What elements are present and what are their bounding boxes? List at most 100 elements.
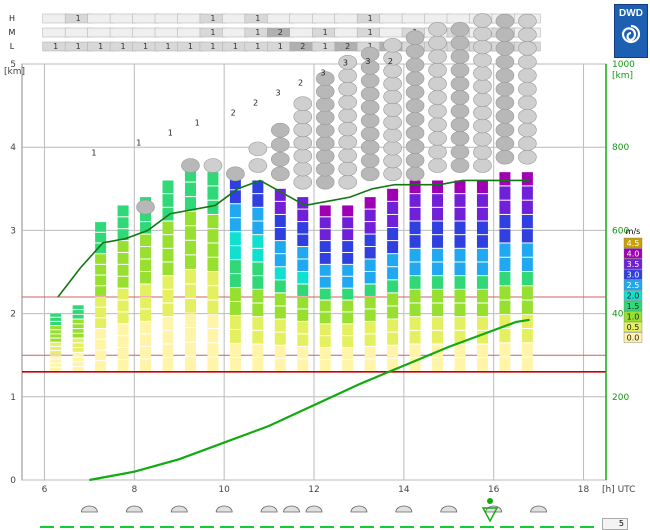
cloud-icon-2 [170,505,188,513]
bar-segment-7-8 [207,243,219,257]
cloud-cover-value-L-6: 1 [188,42,193,51]
page-number-box[interactable]: 5 [602,518,628,530]
bar-segment-18-10 [454,221,466,235]
x-tick-label-4: 14 [398,485,410,495]
cloud-cover-cell-H-10 [267,13,294,24]
cloud-puff-14-6 [360,86,380,102]
bar-segment-10-11 [274,214,286,228]
cloud-puff-15-7 [383,76,402,92]
cloud-puff-15-10 [383,37,402,53]
dwd-logo: DWD [614,4,648,58]
cloud-puff-11-4 [293,122,313,138]
cloud-puff-17-4 [428,103,447,119]
bar-segment-20-0 [499,357,511,371]
cloud-puff-13-8 [338,68,357,83]
cloud-puff-15-8 [383,63,402,79]
bar-segment-2-7 [95,286,107,296]
cloud-puff-21-10 [518,13,537,29]
cloud-puff-21-9 [518,27,537,42]
cloud-puff-14-4 [360,113,380,128]
bar-segment-21-10 [521,214,533,229]
bar-segment-14-13 [364,197,376,209]
bar-segment-13-5 [342,300,354,312]
bar-segment-6-7 [184,255,196,269]
y-left-tick-label-0: 0 [10,476,16,486]
bar-segment-15-1 [387,345,399,358]
cloud-count-label-2: 1 [168,129,173,138]
bar-segment-9-9 [252,235,264,248]
bar-segment-10-8 [274,254,286,267]
bar-segment-4-8 [140,259,152,271]
bar-segment-3-12 [117,217,129,229]
cloud-cover-value-H-9: 1 [255,14,260,23]
bar-segment-17-0 [432,358,444,371]
bar-segment-16-4 [409,303,421,317]
cloud-puff-11-0 [293,174,313,190]
cloud-puff-11-2 [293,148,313,164]
legend-label-4: 2.5 [627,281,640,290]
cloud-puff-15-1 [383,153,402,169]
bar-segment-0-0 [50,367,62,371]
bar-segment-15-11 [387,214,399,228]
bar-segment-15-4 [387,306,399,319]
cloud-puff-7-0 [203,158,223,173]
cloud-puff-16-8 [405,57,425,73]
bar-segment-17-6 [432,276,444,289]
bar-segment-13-6 [342,288,354,300]
cloud-level-label-H: H [9,14,15,23]
bar-segment-10-9 [274,241,286,254]
cloud-puff-11-3 [293,135,313,151]
bar-segment-15-7 [387,267,399,280]
bar-segment-5-0 [162,358,174,371]
bar-segment-7-2 [207,329,219,343]
bar-segment-2-8 [95,275,107,286]
cloud-puff-17-8 [428,49,447,64]
x-tick-label-0: 6 [42,485,48,495]
bar-segment-10-6 [274,280,286,293]
bar-segment-20-6 [499,272,511,286]
cloud-icon-7 [350,505,368,513]
bar-segment-14-4 [364,309,376,321]
bar-segment-4-1 [140,346,152,359]
bar-segment-18-1 [454,344,466,358]
cloud-puff-13-5 [338,108,357,123]
bar-segment-9-5 [252,289,264,303]
bar-segment-0-11 [50,321,62,326]
bar-segment-19-0 [476,358,488,371]
bar-segment-21-13 [521,172,533,186]
bar-segment-5-6 [162,276,174,289]
bar-segment-20-12 [499,186,511,200]
cloud-puff-21-7 [518,54,537,70]
bar-segment-5-2 [162,330,174,344]
cloud-puff-18-0 [450,158,470,173]
bar-segment-18-8 [454,248,466,262]
bar-segment-10-7 [274,267,286,280]
bar-segment-17-3 [432,317,444,330]
bar-segment-5-5 [162,289,174,303]
bar-segment-20-10 [499,214,511,229]
bar-segment-10-2 [274,332,286,345]
cloud-puff-21-5 [518,81,537,97]
cloud-puff-12-5 [315,110,335,125]
bar-segment-19-13 [476,180,488,194]
bar-segment-21-9 [521,229,533,243]
legend-label-6: 1.5 [627,302,640,311]
bar-segment-5-9 [162,235,174,248]
cloud-puff-18-4 [450,103,470,119]
cloud-cover-value-L-12: 1 [323,42,328,51]
cloud-puff-19-11 [473,13,492,28]
bar-segment-16-12 [409,194,421,207]
bar-segment-5-10 [162,221,174,235]
cloud-icon-11 [530,505,548,513]
bar-segment-7-7 [207,257,219,271]
bar-segment-18-3 [454,317,466,330]
cloud-cover-cell-M-13 [334,27,361,38]
bar-segment-4-9 [140,247,152,259]
bar-segment-3-9 [117,252,129,264]
cloud-puff-17-10 [428,22,447,37]
cloud-cover-value-L-5: 1 [165,42,170,51]
bar-segment-4-7 [140,272,152,284]
bar-segment-15-6 [387,280,399,293]
cloud-count-label-7: 2 [298,79,303,88]
cloud-puff-13-0 [338,174,357,190]
